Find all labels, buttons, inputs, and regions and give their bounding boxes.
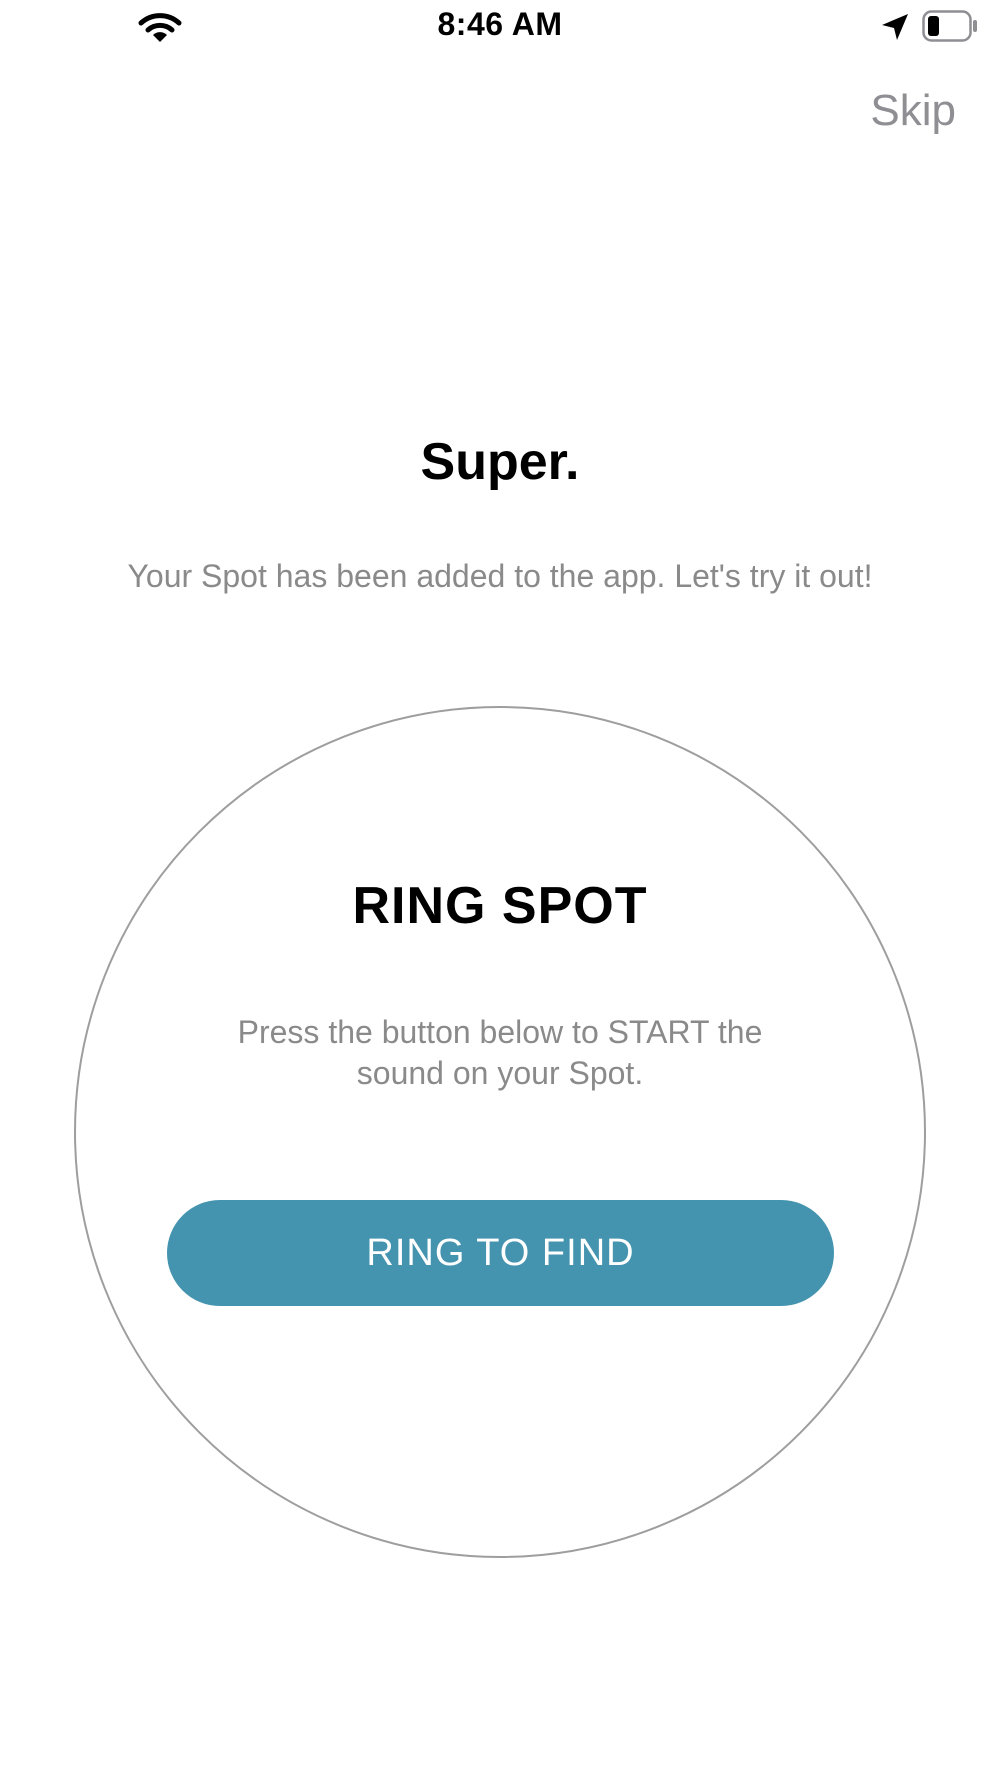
skip-button[interactable]: Skip [870, 86, 956, 136]
page-subtitle: Your Spot has been added to the app. Let… [127, 558, 873, 594]
wifi-icon [138, 13, 182, 42]
status-bar: 8:46 AM [0, 0, 1000, 56]
battery-icon [922, 10, 977, 42]
ring-spot-circle [74, 706, 926, 1558]
status-time: 8:46 AM [437, 6, 563, 42]
ring-to-find-button[interactable]: RING TO FIND [167, 1200, 834, 1306]
ring-spot-title: RING SPOT [352, 877, 648, 935]
page-title: Super. [420, 433, 580, 491]
location-arrow-icon [882, 14, 908, 40]
ring-spot-description: Press the button below to START the soun… [237, 1014, 763, 1091]
